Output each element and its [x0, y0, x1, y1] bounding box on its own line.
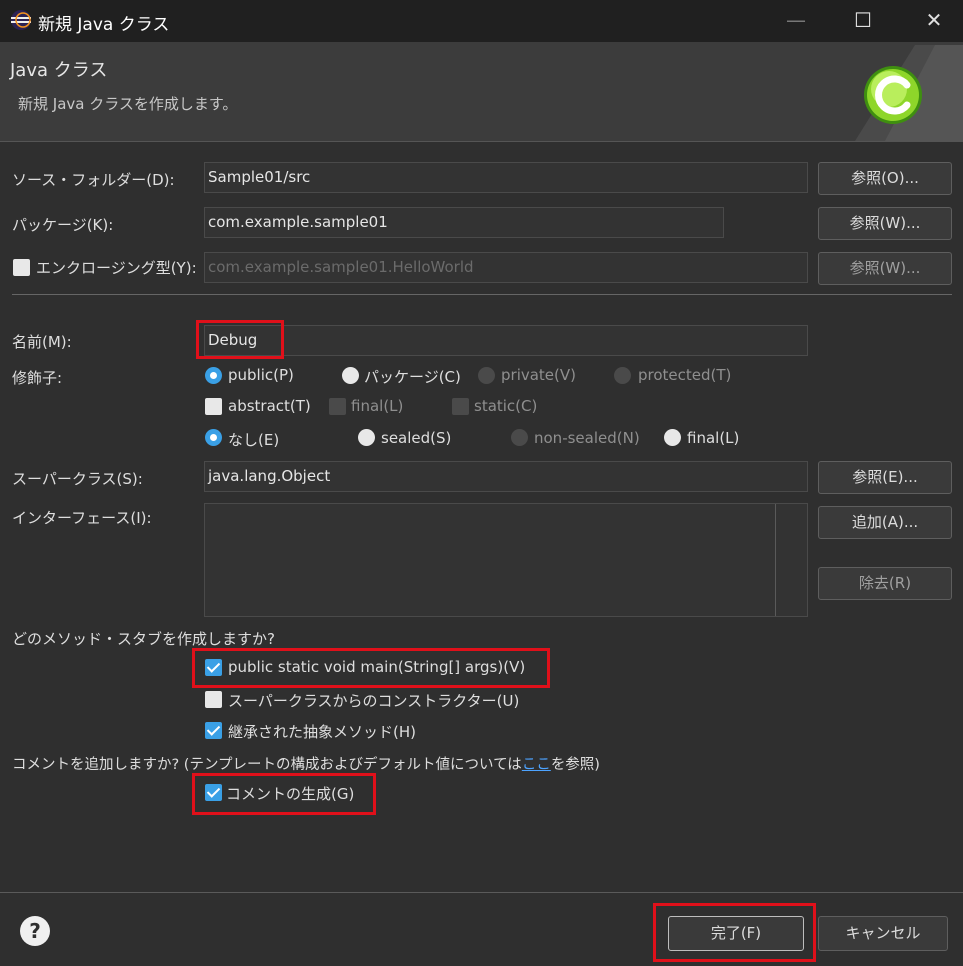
access-protected-radio[interactable]	[614, 367, 631, 384]
enclosing-type-browse-button[interactable]: 参照(W)...	[818, 252, 952, 285]
generate-comments-highlight-box	[192, 773, 376, 815]
access-package-label: パッケージ(C)	[364, 368, 461, 386]
package-browse-button[interactable]: 参照(W)...	[818, 207, 952, 240]
enclosing-type-checkbox[interactable]	[13, 259, 30, 276]
sealed-label: sealed(S)	[381, 429, 452, 447]
package-label: パッケージ(K):	[12, 216, 114, 234]
interfaces-list-scrollbar[interactable]	[775, 504, 776, 616]
access-protected-label: protected(T)	[638, 366, 732, 384]
sealing-final-label: final(L)	[687, 429, 740, 447]
non-sealed-label: non-sealed(N)	[534, 429, 640, 447]
template-link[interactable]: ここ	[522, 757, 551, 773]
constructors-label: スーパークラスからのコンストラクター(U)	[228, 692, 520, 710]
separator	[12, 294, 952, 295]
abstract-label: abstract(T)	[228, 397, 311, 415]
wizard-header	[0, 42, 963, 142]
interfaces-list[interactable]	[204, 503, 808, 617]
new-class-banner-icon	[855, 45, 963, 141]
cancel-button[interactable]: キャンセル	[818, 916, 948, 951]
minimize-button[interactable]: —	[773, 0, 819, 42]
name-highlight-box	[196, 320, 284, 359]
interfaces-label: インターフェース(I):	[12, 509, 152, 527]
abstract-methods-checkbox[interactable]	[205, 722, 222, 739]
superclass-label: スーパークラス(S):	[12, 470, 143, 488]
access-private-radio[interactable]	[478, 367, 495, 384]
access-public-label: public(P)	[228, 366, 294, 384]
eclipse-icon	[11, 10, 31, 30]
superclass-input[interactable]: java.lang.Object	[204, 461, 808, 492]
name-input[interactable]: Debug	[204, 325, 808, 356]
sealed-radio[interactable]	[358, 429, 375, 446]
static-label: static(C)	[474, 397, 538, 415]
superclass-browse-button[interactable]: 参照(E)...	[818, 461, 952, 494]
access-private-label: private(V)	[501, 366, 576, 384]
add-interface-button[interactable]: 追加(A)...	[818, 506, 952, 539]
modifiers-label: 修飾子:	[12, 369, 63, 387]
name-label: 名前(M):	[12, 333, 72, 351]
abstract-checkbox[interactable]	[205, 398, 222, 415]
page-title: Java クラス	[10, 60, 108, 81]
access-public-radio[interactable]	[205, 367, 222, 384]
package-input[interactable]: com.example.sample01	[204, 207, 724, 238]
constructors-checkbox[interactable]	[205, 691, 222, 708]
enclosing-type-input[interactable]: com.example.sample01.HelloWorld	[204, 252, 808, 283]
remove-interface-button[interactable]: 除去(R)	[818, 567, 952, 600]
access-package-radio[interactable]	[342, 367, 359, 384]
source-folder-label: ソース・フォルダー(D):	[12, 171, 175, 189]
maximize-button[interactable]: ☐	[840, 0, 886, 42]
enclosing-type-label: エンクロージング型(Y):	[36, 259, 197, 277]
final-label: final(L)	[351, 397, 404, 415]
help-icon[interactable]: ?	[20, 916, 50, 946]
sealing-final-radio[interactable]	[664, 429, 681, 446]
page-description: 新規 Java クラスを作成します。	[18, 95, 238, 113]
window-title: 新規 Java クラス	[38, 15, 170, 35]
non-sealed-radio[interactable]	[511, 429, 528, 446]
source-folder-input[interactable]: Sample01/src	[204, 162, 808, 193]
close-button[interactable]: ✕	[911, 0, 957, 42]
final-checkbox[interactable]	[329, 398, 346, 415]
comments-question: コメントを追加しますか? (テンプレートの構成およびデフォルト値についてはここを…	[12, 757, 600, 773]
abstract-methods-label: 継承された抽象メソッド(H)	[228, 723, 416, 741]
sealing-none-radio[interactable]	[205, 429, 222, 446]
footer-separator	[0, 892, 963, 893]
sealing-none-label: なし(E)	[228, 431, 280, 449]
main-method-highlight-box	[192, 648, 550, 688]
static-checkbox[interactable]	[452, 398, 469, 415]
source-folder-browse-button[interactable]: 参照(O)...	[818, 162, 952, 195]
finish-highlight-box	[653, 903, 816, 962]
method-stubs-question: どのメソッド・スタブを作成しますか?	[12, 630, 275, 648]
